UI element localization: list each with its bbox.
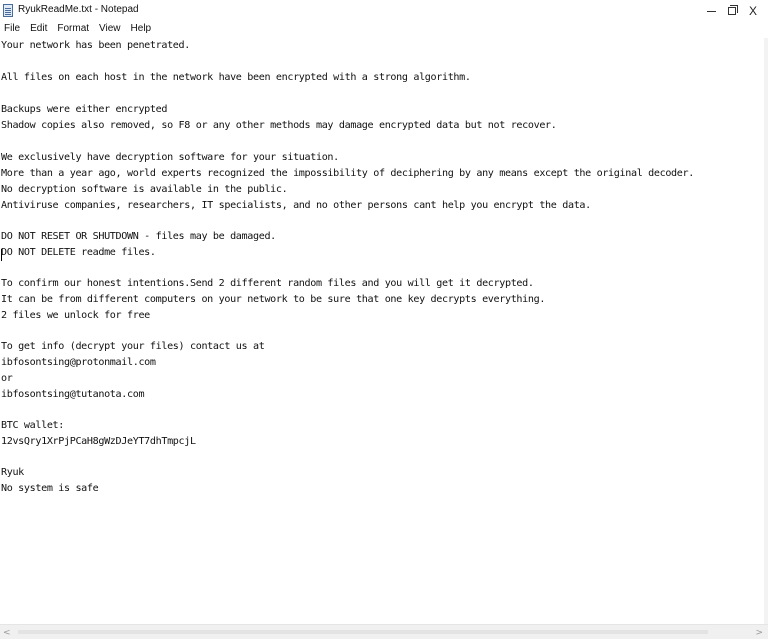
vertical-scrollbar[interactable]: [764, 38, 768, 624]
text-line: BTC wallet:: [1, 420, 64, 431]
minimize-icon: [706, 10, 716, 12]
text-line: Your network has been penetrated.: [1, 40, 190, 51]
text-line: To confirm our honest intentions.Send 2 …: [1, 278, 534, 289]
notepad-icon: [3, 4, 13, 17]
menu-view[interactable]: View: [95, 22, 127, 38]
text-line: Antiviruse companies, researchers, IT sp…: [1, 200, 591, 211]
text-line: or: [1, 373, 13, 384]
close-button[interactable]: X: [738, 0, 768, 22]
text-line: More than a year ago, world experts reco…: [1, 168, 694, 179]
menu-format[interactable]: Format: [53, 22, 95, 38]
text-editor[interactable]: Your network has been penetrated. All fi…: [0, 38, 766, 622]
text-line: Ryuk: [1, 467, 24, 478]
text-line: ibfosontsing@tutanota.com: [1, 389, 145, 400]
text-line: To get info (decrypt your files) contact…: [1, 341, 265, 352]
title-bar: RyukReadMe.txt - Notepad X: [0, 0, 768, 22]
text-line: DO NOT DELETE readme files.: [1, 247, 156, 258]
text-line: Shadow copies also removed, so F8 or any…: [1, 120, 557, 131]
menu-help[interactable]: Help: [127, 22, 158, 38]
menu-bar: File Edit Format View Help: [0, 22, 768, 38]
scroll-right-arrow-icon[interactable]: >: [755, 628, 763, 638]
text-line: DO NOT RESET OR SHUTDOWN - files may be …: [1, 231, 276, 242]
text-line: No decryption software is available in t…: [1, 184, 288, 195]
menu-edit[interactable]: Edit: [26, 22, 53, 38]
scroll-left-arrow-icon[interactable]: <: [3, 628, 11, 638]
text-line: ibfosontsing@protonmail.com: [1, 357, 156, 368]
horizontal-scroll-thumb[interactable]: [18, 630, 708, 634]
text-line: We exclusively have decryption software …: [1, 152, 339, 163]
text-line: 12vsQry1XrPjPCaH8gWzDJeYT7dhTmpcjL: [1, 436, 196, 447]
text-line: It can be from different computers on yo…: [1, 294, 546, 305]
horizontal-scrollbar[interactable]: < >: [0, 624, 768, 639]
text-line: All files on each host in the network ha…: [1, 72, 471, 83]
text-line: No system is safe: [1, 483, 99, 494]
menu-file[interactable]: File: [0, 22, 26, 38]
restore-icon: [728, 5, 738, 15]
text-line: 2 files we unlock for free: [1, 310, 150, 321]
window-title: RyukReadMe.txt - Notepad: [18, 4, 139, 15]
text-line: Backups were either encrypted: [1, 104, 168, 115]
